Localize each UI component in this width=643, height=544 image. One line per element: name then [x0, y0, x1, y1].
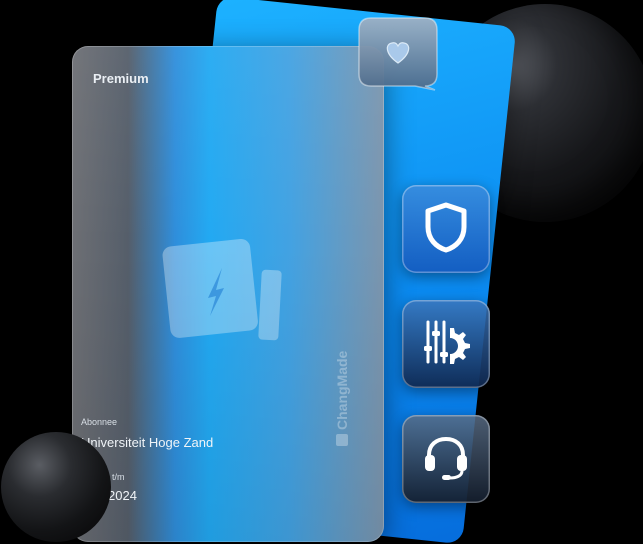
shield-icon — [422, 201, 470, 258]
brand-watermark: ChangMade — [334, 351, 350, 446]
card-tier-label: Premium — [93, 71, 149, 86]
decorative-sphere-small — [1, 432, 111, 542]
valid-until-label: t/m — [112, 472, 125, 482]
subscriber-name: Universiteit Hoge Zand — [81, 435, 214, 450]
subscriber-label: Abonnee — [81, 417, 118, 427]
security-button[interactable] — [402, 185, 490, 273]
settings-sliders-gear-icon — [420, 316, 472, 373]
subscription-card: Premium ChangMade — [72, 46, 384, 542]
heart-chat-icon[interactable] — [357, 16, 439, 92]
brand-mark-icon — [336, 434, 348, 446]
brand-name: ChangMade — [334, 350, 350, 430]
support-button[interactable] — [402, 415, 490, 503]
compass-app-logo-icon — [162, 236, 287, 351]
headset-icon — [420, 431, 472, 488]
valid-until-value: 2024 — [108, 488, 137, 503]
settings-button[interactable] — [402, 300, 490, 388]
